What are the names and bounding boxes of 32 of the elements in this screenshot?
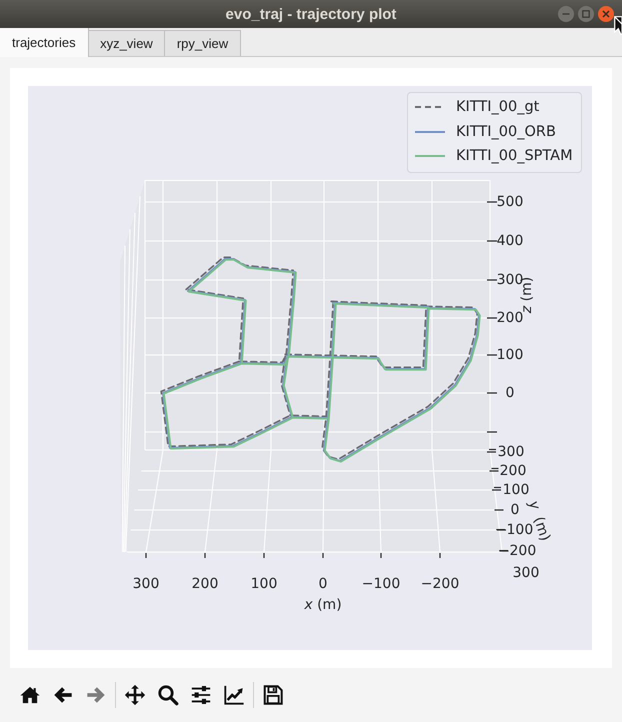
line-chart-icon: [223, 684, 245, 706]
z-tick-label: 200: [496, 311, 524, 325]
y-tick-label: −100: [494, 523, 534, 537]
y-tick-label: 300: [498, 445, 524, 459]
move-icon: [124, 684, 146, 706]
home-icon: [19, 684, 41, 706]
tab[interactable]: rpy_view: [164, 30, 241, 56]
x-tick-label: 100: [250, 577, 278, 591]
z-tick-label: 0: [506, 386, 514, 400]
tab[interactable]: xyz_view: [88, 30, 166, 56]
close-icon[interactable]: [598, 6, 614, 22]
tab[interactable]: trajectories: [0, 28, 89, 57]
legend-label: KITTI_00_gt: [456, 100, 540, 114]
legend-label: KITTI_00_ORB: [456, 124, 556, 139]
z-tick-label: 100: [496, 348, 524, 362]
z-tick-label: 500: [496, 195, 524, 209]
x-tick-label: −200: [420, 577, 460, 591]
y-tick-label: 200: [500, 464, 526, 478]
magnifier-icon: [157, 684, 179, 706]
sliders-icon: [190, 684, 212, 706]
legend-label: KITTI_00_SPTAM: [456, 149, 573, 164]
y-tick-label: 100: [502, 483, 530, 497]
x-tick-label: 300: [132, 577, 160, 591]
x-tick-label: 0: [318, 577, 328, 591]
x-tick-label: 200: [192, 577, 218, 591]
x-axis-title: x (m): [304, 598, 342, 612]
y-tick-label: −200: [498, 544, 536, 558]
y-tick-label: 300: [512, 566, 540, 580]
x-tick-label: −100: [362, 577, 400, 591]
window-title: evo_traj - trajectory plot: [226, 6, 396, 22]
y-tick-label: 0: [510, 503, 520, 517]
z-tick-label: 400: [496, 234, 524, 248]
